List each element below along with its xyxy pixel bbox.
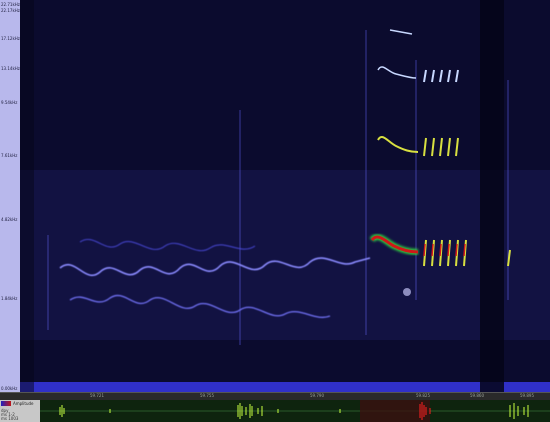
freq-label: 7.61kHz bbox=[1, 153, 18, 158]
amplitude-title: Amplitude bbox=[13, 401, 34, 406]
color-scale-swatch[interactable] bbox=[1, 401, 11, 406]
freq-label: 22.71kHz bbox=[1, 2, 20, 7]
freq-label: 13.14kHz bbox=[1, 66, 20, 71]
freq-label: 17.12kHz bbox=[1, 36, 20, 41]
freq-label: 0.00kHz bbox=[1, 386, 18, 391]
freq-label: 1.84kHz bbox=[1, 296, 18, 301]
spectrogram-window: 22.71kHz 22.17kHz 17.12kHz 13.14kHz 9.54… bbox=[0, 0, 550, 422]
freq-label: 22.17kHz bbox=[1, 8, 20, 13]
amplitude-panel: Amplitude dpy ms 1-2 ms 1003 bbox=[0, 400, 550, 422]
time-label: 59.721 bbox=[90, 393, 104, 398]
cursor-marker[interactable] bbox=[403, 288, 411, 296]
amplitude-waveform[interactable] bbox=[40, 400, 550, 422]
dark-gap bbox=[20, 0, 34, 392]
time-label: 59.895 bbox=[520, 393, 534, 398]
noise-floor-band bbox=[20, 382, 550, 392]
side-label: ms 1003 bbox=[1, 416, 19, 421]
time-label: 59.860 bbox=[470, 393, 484, 398]
time-label: 59.790 bbox=[310, 393, 324, 398]
time-label: 59.825 bbox=[416, 393, 430, 398]
spectrogram-canvas[interactable] bbox=[20, 0, 550, 392]
time-label: 59.755 bbox=[200, 393, 214, 398]
freq-label: 4.82kHz bbox=[1, 217, 18, 222]
frequency-ruler[interactable]: 22.71kHz 22.17kHz 17.12kHz 13.14kHz 9.54… bbox=[0, 0, 21, 392]
dark-gap bbox=[480, 0, 504, 392]
amplitude-panel-header: Amplitude dpy ms 1-2 ms 1003 bbox=[0, 400, 41, 422]
freq-label: 9.54kHz bbox=[1, 100, 18, 105]
